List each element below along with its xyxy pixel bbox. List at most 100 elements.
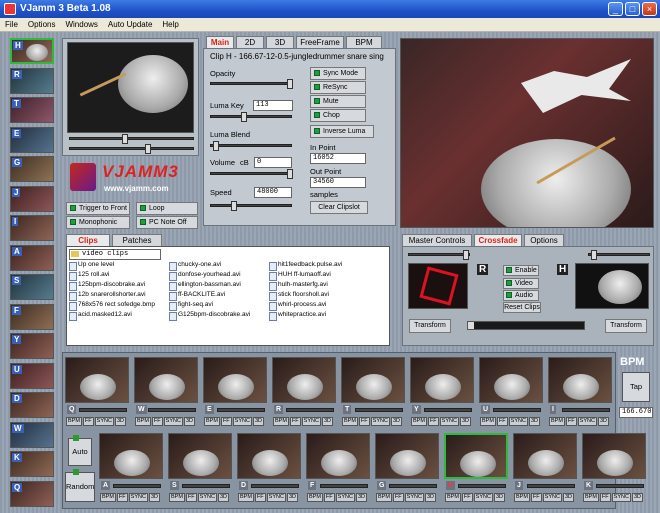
clip-ctrl-3d[interactable]: 3D bbox=[183, 417, 195, 426]
side-clip-slot[interactable]: Y bbox=[10, 333, 54, 359]
file-item[interactable]: ff-BACKLITE.avi bbox=[169, 291, 225, 301]
minimize-button[interactable]: _ bbox=[608, 2, 623, 16]
file-item[interactable]: whirl-process.avi bbox=[269, 301, 326, 311]
file-item[interactable]: hit1feedback.pulse.avi bbox=[269, 261, 342, 271]
file-item[interactable]: acid.masked12.avi bbox=[69, 311, 132, 321]
clip-ctrl-sync[interactable]: SYNC bbox=[197, 493, 217, 502]
clip-slot[interactable] bbox=[410, 357, 474, 403]
clip-ctrl-3d[interactable]: 3D bbox=[217, 493, 229, 502]
menu-windows[interactable]: Windows bbox=[60, 20, 102, 29]
tab-main[interactable]: Main bbox=[206, 36, 234, 48]
clip-ctrl-ff[interactable]: FF bbox=[289, 417, 301, 426]
clip-ctrl-bpm[interactable]: BPM bbox=[307, 493, 323, 502]
clip-ctrl-bpm[interactable]: BPM bbox=[66, 417, 82, 426]
clip-ctrl-3d[interactable]: 3D bbox=[562, 493, 574, 502]
in-point-field[interactable]: 16052 bbox=[310, 153, 366, 164]
clip-ctrl-bpm[interactable]: BPM bbox=[273, 417, 289, 426]
clip-ctrl-ff[interactable]: FF bbox=[116, 493, 128, 502]
clip-ctrl-bpm[interactable]: BPM bbox=[342, 417, 358, 426]
side-clip-slot[interactable]: G bbox=[10, 156, 54, 182]
tab-master-controls[interactable]: Master Controls bbox=[402, 234, 472, 246]
transform-left-button[interactable]: Transform bbox=[409, 319, 451, 333]
clip-slot-volume[interactable] bbox=[286, 408, 334, 412]
side-clip-slot[interactable]: E bbox=[10, 126, 54, 153]
clip-ctrl-3d[interactable]: 3D bbox=[355, 493, 367, 502]
side-clip-slot[interactable]: F bbox=[10, 303, 54, 330]
clip-slot-volume[interactable] bbox=[596, 484, 644, 488]
clip-slot-volume[interactable] bbox=[113, 484, 161, 488]
speed-slider[interactable] bbox=[210, 201, 292, 211]
pc-note-off-toggle[interactable]: PC Note Off bbox=[136, 216, 198, 229]
clip-slot-volume[interactable] bbox=[251, 484, 299, 488]
file-item[interactable]: 12b snarerollshorter.avi bbox=[69, 291, 146, 301]
clip-ctrl-bpm[interactable]: BPM bbox=[514, 493, 530, 502]
tab-patches[interactable]: Patches bbox=[112, 234, 162, 246]
clip-ctrl-sync[interactable]: SYNC bbox=[94, 417, 114, 426]
file-item[interactable]: HUH ff-lumaoff.avi bbox=[269, 271, 331, 281]
clip-position-slider[interactable] bbox=[69, 134, 194, 144]
clip-ctrl-bpm[interactable]: BPM bbox=[480, 417, 496, 426]
clip-ctrl-ff[interactable]: FF bbox=[565, 417, 577, 426]
luma-key-slider[interactable] bbox=[210, 112, 292, 122]
clip-slot-volume[interactable] bbox=[217, 408, 265, 412]
clip-ctrl-ff[interactable]: FF bbox=[220, 417, 232, 426]
clip-ctrl-3d[interactable]: 3D bbox=[597, 417, 609, 426]
clip-ctrl-sync[interactable]: SYNC bbox=[232, 417, 252, 426]
clip-ctrl-sync[interactable]: SYNC bbox=[577, 417, 597, 426]
reset-clips-button[interactable]: Reset Clips bbox=[503, 302, 541, 313]
side-clip-slot[interactable]: R bbox=[10, 67, 54, 94]
clip-slot[interactable] bbox=[375, 433, 439, 479]
clip-ctrl-3d[interactable]: 3D bbox=[528, 417, 540, 426]
clip-ctrl-3d[interactable]: 3D bbox=[631, 493, 643, 502]
side-clip-slot[interactable]: H bbox=[10, 38, 54, 64]
clip-ctrl-bpm[interactable]: BPM bbox=[445, 493, 461, 502]
clip-slot[interactable] bbox=[203, 357, 267, 403]
clip-ctrl-sync[interactable]: SYNC bbox=[611, 493, 631, 502]
clip-ctrl-sync[interactable]: SYNC bbox=[473, 493, 493, 502]
side-clip-slot[interactable]: U bbox=[10, 362, 54, 389]
side-clip-slot[interactable]: J bbox=[10, 185, 54, 212]
clear-clipslot-button[interactable]: Clear Clipslot bbox=[310, 201, 368, 214]
file-item[interactable]: 125 roll.avi bbox=[69, 271, 109, 281]
clip-ctrl-bpm[interactable]: BPM bbox=[411, 417, 427, 426]
file-item[interactable]: chucky-one.avi bbox=[169, 261, 221, 271]
clip-slot[interactable] bbox=[341, 357, 405, 403]
clip-ctrl-ff[interactable]: FF bbox=[151, 417, 163, 426]
file-item[interactable]: G125bpm-discobrake.avi bbox=[169, 311, 250, 321]
clip-slot[interactable] bbox=[168, 433, 232, 479]
clip-ctrl-bpm[interactable]: BPM bbox=[169, 493, 185, 502]
tab-3d[interactable]: 3D bbox=[266, 36, 294, 48]
clip-ctrl-ff[interactable]: FF bbox=[427, 417, 439, 426]
clip-ctrl-ff[interactable]: FF bbox=[254, 493, 266, 502]
opacity-slider[interactable] bbox=[210, 79, 293, 89]
out-point-field[interactable]: 34560 bbox=[310, 177, 366, 188]
clip-slot-volume[interactable] bbox=[320, 484, 368, 488]
auto-button[interactable]: Auto bbox=[68, 438, 92, 466]
clip-ctrl-ff[interactable]: FF bbox=[496, 417, 508, 426]
file-item[interactable]: whitepractice.avi bbox=[269, 311, 326, 321]
monophonic-toggle[interactable]: Monophonic bbox=[66, 216, 130, 229]
clip-slot[interactable] bbox=[444, 433, 508, 479]
menu-auto-update[interactable]: Auto Update bbox=[103, 20, 157, 29]
clip-ctrl-ff[interactable]: FF bbox=[358, 417, 370, 426]
file-item[interactable]: fight-seq.avi bbox=[169, 301, 213, 311]
side-clip-slot[interactable]: W bbox=[10, 421, 54, 448]
clip-slot[interactable] bbox=[134, 357, 198, 403]
clip-ctrl-sync[interactable]: SYNC bbox=[404, 493, 424, 502]
folder-select[interactable]: video clips bbox=[69, 249, 161, 260]
crossfade-left-slider[interactable] bbox=[408, 250, 470, 260]
clip-ctrl-sync[interactable]: SYNC bbox=[370, 417, 390, 426]
clip-slot[interactable] bbox=[582, 433, 646, 479]
clip-slot-volume[interactable] bbox=[562, 408, 610, 412]
clip-ctrl-sync[interactable]: SYNC bbox=[128, 493, 148, 502]
tab-bpm[interactable]: BPM bbox=[346, 36, 382, 48]
speed-field[interactable]: 48000 bbox=[254, 187, 292, 198]
crossfader[interactable] bbox=[467, 321, 585, 330]
clip-range-slider[interactable] bbox=[69, 144, 194, 154]
clip-ctrl-3d[interactable]: 3D bbox=[390, 417, 402, 426]
clip-ctrl-ff[interactable]: FF bbox=[82, 417, 94, 426]
clip-slot[interactable] bbox=[65, 357, 129, 403]
clip-slot[interactable] bbox=[306, 433, 370, 479]
clip-slot-volume[interactable] bbox=[493, 408, 541, 412]
file-item[interactable]: Up one level bbox=[69, 261, 114, 271]
